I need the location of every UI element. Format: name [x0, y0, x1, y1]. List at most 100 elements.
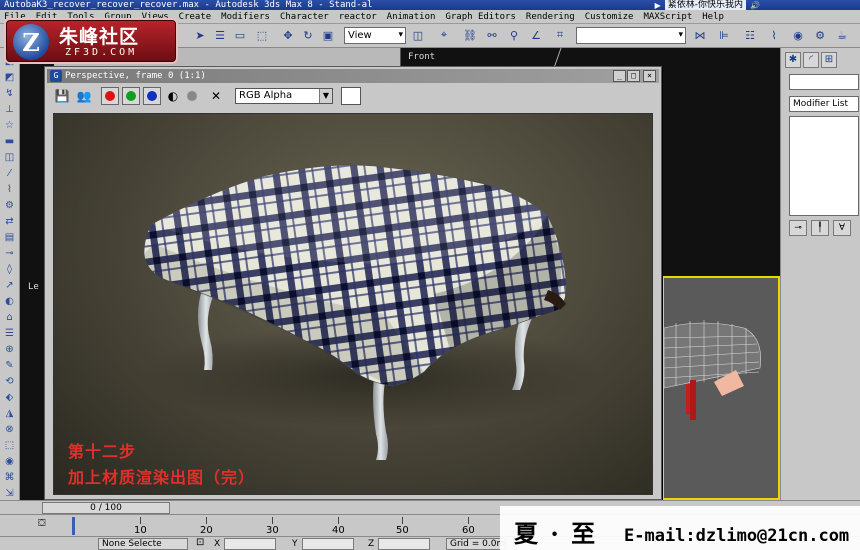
make-unique-icon[interactable]: ∀ — [833, 220, 851, 236]
reference-coord-dropdown[interactable]: View — [344, 27, 406, 44]
render-window-toolbar: 💾 👥 ◐ ✕ RGB Alpha ▼ — [47, 85, 659, 107]
media-player-widget[interactable]: ▶ 紧依林-你快乐我内 🔊 — [655, 0, 760, 10]
monochrome-icon[interactable] — [183, 87, 201, 105]
left-tool-icon[interactable]: ⌘ — [2, 470, 17, 485]
rotate-icon[interactable]: ↻ — [300, 27, 316, 43]
z-coord-input[interactable] — [378, 538, 430, 550]
menu-graph-editors[interactable]: Graph Editors — [445, 10, 515, 23]
minimize-button[interactable]: _ — [613, 70, 626, 82]
left-tool-icon[interactable]: ↗ — [2, 278, 17, 293]
viewport-left-label[interactable]: Le — [28, 282, 39, 292]
close-button[interactable]: × — [643, 70, 656, 82]
rect-select-icon[interactable]: ▭ — [232, 27, 248, 43]
left-tool-icon[interactable]: ▤ — [2, 230, 17, 245]
pivot-icon[interactable]: ◫ — [410, 27, 426, 43]
modify-tab-icon[interactable]: ◜ — [803, 52, 819, 68]
left-tool-icon[interactable]: ⁄ — [2, 166, 17, 181]
left-tool-icon[interactable]: ◊ — [2, 262, 17, 277]
menu-rendering[interactable]: Rendering — [526, 10, 575, 23]
volume-icon[interactable]: 🔊 — [750, 1, 760, 10]
select-by-name-icon[interactable]: ☰ — [212, 27, 228, 43]
grid-size-readout: Grid = 0.0m — [446, 538, 506, 550]
green-channel-button[interactable] — [122, 87, 140, 105]
modifier-stack[interactable] — [789, 116, 859, 216]
quick-render-icon[interactable]: ☕ — [834, 27, 850, 43]
alpha-channel-icon[interactable]: ◐ — [164, 87, 182, 105]
window-crossing-icon[interactable]: ⬚ — [254, 27, 270, 43]
layer-manager-icon[interactable]: ☷ — [742, 27, 758, 43]
color-swatch[interactable] — [341, 87, 361, 105]
create-tab-icon[interactable]: ✱ — [785, 52, 801, 68]
show-end-result-icon[interactable]: ╿ — [811, 220, 829, 236]
left-tool-icon[interactable]: ◐ — [2, 294, 17, 309]
x-coord-input[interactable] — [224, 538, 276, 550]
left-tool-icon[interactable]: ⊕ — [2, 342, 17, 357]
left-tool-icon[interactable]: ✎ — [2, 358, 17, 373]
tick-mark — [338, 517, 339, 524]
modifier-list-dropdown[interactable]: Modifier List — [789, 96, 859, 112]
left-tool-icon[interactable]: ☰ — [2, 326, 17, 341]
snap-icon[interactable]: ⌖ — [436, 27, 452, 43]
left-tool-icon[interactable]: ◩ — [2, 70, 17, 85]
link-icon[interactable]: ⛓ — [462, 27, 478, 43]
left-tool-icon[interactable]: ⟲ — [2, 374, 17, 389]
pin-stack-icon[interactable]: ⊸ — [789, 220, 807, 236]
left-tool-icon[interactable]: ◫ — [2, 150, 17, 165]
scale-icon[interactable]: ▣ — [320, 27, 336, 43]
menu-create[interactable]: Create — [179, 10, 212, 23]
menu-modifiers[interactable]: Modifiers — [221, 10, 270, 23]
menu-character[interactable]: Character — [280, 10, 329, 23]
mirror-icon[interactable]: ⋈ — [692, 27, 708, 43]
save-image-icon[interactable]: 💾 — [53, 87, 71, 105]
y-coord-input[interactable] — [302, 538, 354, 550]
named-selection-icon[interactable]: ⌗ — [552, 27, 568, 43]
left-tool-icon[interactable]: ⊸ — [2, 246, 17, 261]
left-tool-icon[interactable]: ⊗ — [2, 422, 17, 437]
left-tool-icon[interactable]: ↯ — [2, 86, 17, 101]
maximize-button[interactable]: □ — [627, 70, 640, 82]
object-name-input[interactable] — [789, 74, 859, 90]
clear-icon[interactable]: ✕ — [207, 87, 225, 105]
left-tool-icon[interactable]: ⊥ — [2, 102, 17, 117]
left-tool-icon[interactable]: ⬚ — [2, 438, 17, 453]
named-selection-dropdown[interactable] — [576, 27, 686, 44]
angle-snap-icon[interactable]: ∠ — [528, 27, 544, 43]
left-tool-icon[interactable]: ⇲ — [2, 486, 17, 501]
left-tool-icon[interactable]: ⚙ — [2, 198, 17, 213]
play-icon[interactable]: ▶ — [655, 1, 661, 10]
time-slider[interactable]: 0 / 100 — [42, 502, 170, 514]
hierarchy-tab-icon[interactable]: ⊞ — [821, 52, 837, 68]
timeline-key-icon[interactable]: ⛋ — [38, 518, 46, 529]
menu-reactor[interactable]: reactor — [339, 10, 377, 23]
tick-label: 30 — [266, 525, 279, 536]
clone-window-icon[interactable]: 👥 — [75, 87, 93, 105]
left-tool-icon[interactable]: ☆ — [2, 118, 17, 133]
chevron-down-icon[interactable]: ▼ — [319, 89, 332, 103]
red-channel-button[interactable] — [101, 87, 119, 105]
viewport-front-label[interactable]: Front — [408, 52, 435, 62]
viewport-perspective-active[interactable] — [662, 276, 780, 500]
left-tool-icon[interactable]: ⌇ — [2, 182, 17, 197]
left-tool-icon[interactable]: ◮ — [2, 406, 17, 421]
curve-editor-icon[interactable]: ⌇ — [766, 27, 782, 43]
blue-channel-button[interactable] — [143, 87, 161, 105]
material-editor-icon[interactable]: ◉ — [790, 27, 806, 43]
menu-maxscript[interactable]: MAXScript — [643, 10, 692, 23]
left-tool-icon[interactable]: ◉ — [2, 454, 17, 469]
select-arrow-icon[interactable]: ➤ — [192, 27, 208, 43]
lock-selection-icon[interactable]: ⊡ — [196, 537, 204, 548]
menu-help[interactable]: Help — [702, 10, 724, 23]
unlink-icon[interactable]: ⚯ — [484, 27, 500, 43]
time-marker[interactable] — [72, 517, 75, 535]
left-tool-icon[interactable]: ⬖ — [2, 390, 17, 405]
align-icon[interactable]: ⊫ — [716, 27, 732, 43]
channel-dropdown[interactable]: RGB Alpha ▼ — [235, 88, 333, 104]
left-tool-icon[interactable]: ⌂ — [2, 310, 17, 325]
move-icon[interactable]: ✥ — [280, 27, 296, 43]
bind-icon[interactable]: ⚲ — [506, 27, 522, 43]
menu-customize[interactable]: Customize — [585, 10, 634, 23]
left-tool-icon[interactable]: ⇄ — [2, 214, 17, 229]
menu-animation[interactable]: Animation — [387, 10, 436, 23]
left-tool-icon[interactable]: ▬ — [2, 134, 17, 149]
render-setup-icon[interactable]: ⚙ — [812, 27, 828, 43]
